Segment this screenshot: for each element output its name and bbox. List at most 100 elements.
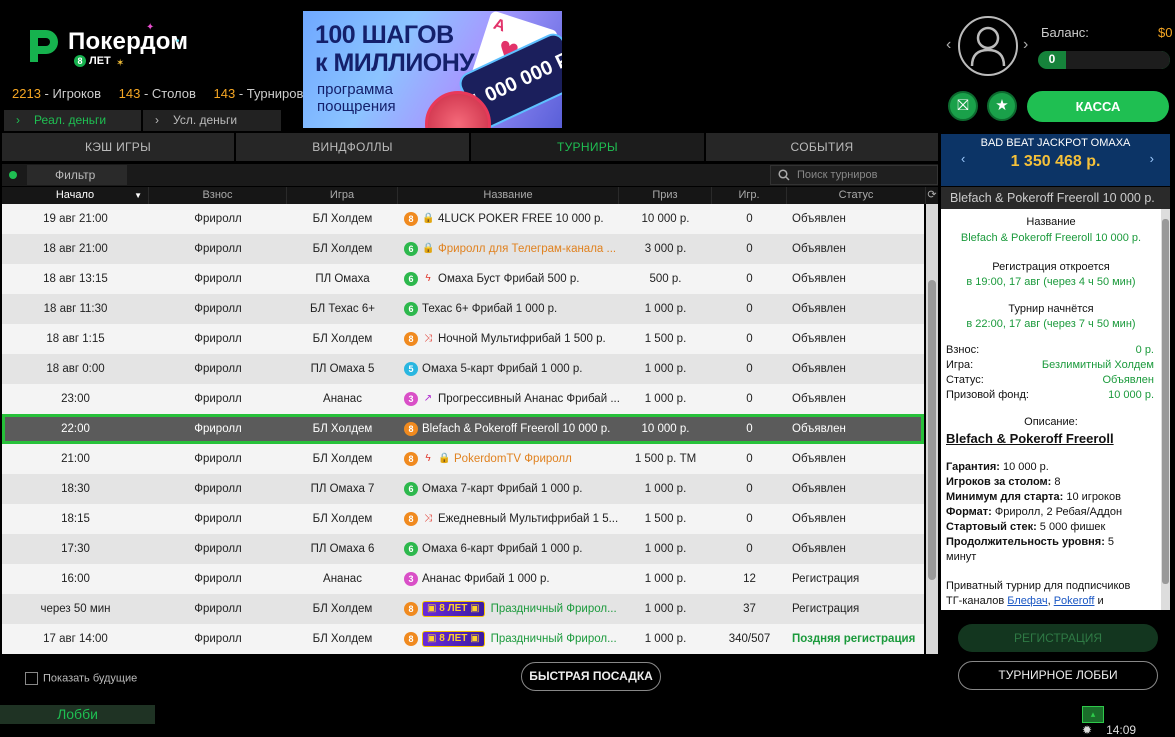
cell-prize: 1 500 р. xyxy=(644,513,687,525)
cell-fee: Фриролл xyxy=(194,273,242,285)
table-row[interactable]: 17:30 Фриролл ПЛ Омаха 6 6 Омаха 6-карт Фриб… xyxy=(2,534,924,564)
tab-play-money[interactable]: › Усл. деньги xyxy=(143,110,281,131)
status-dot-icon xyxy=(9,171,17,179)
cell-fee: Фриролл xyxy=(194,603,242,615)
scroll-thumb[interactable] xyxy=(1162,219,1169,584)
col-fee[interactable]: Взнос xyxy=(149,187,287,204)
table-row[interactable]: 18 авг 21:00 Фриролл БЛ Холдем 6 🔒 Фриролл дл… xyxy=(2,234,924,264)
tournament-name: PokerdomTV Фриролл xyxy=(454,453,572,466)
cell-start: 18:15 xyxy=(61,513,90,525)
cell-prize: 1 000 р. xyxy=(644,393,687,405)
link-pokeroff[interactable]: Pokeroff xyxy=(1054,595,1095,607)
seats-badge: 8 xyxy=(404,631,418,646)
table-row[interactable]: через 50 мин Фриролл БЛ Холдем 8 ▣ 8 ЛЕТ ▣ Пр… xyxy=(2,594,924,624)
cell-fee: Фриролл xyxy=(194,633,242,645)
cell-start: 18:30 xyxy=(61,483,90,495)
cell-status: Регистрация xyxy=(792,603,860,615)
lobby-tab[interactable]: Лобби xyxy=(0,705,155,724)
balance-value: $0 xyxy=(1158,25,1173,40)
table-row[interactable]: 17 авг 14:00 Фриролл БЛ Холдем 8 ▣ 8 ЛЕТ ▣ Пр… xyxy=(2,624,924,654)
cell-name: 6 Омаха 6-карт Фрибай 1 000 р. xyxy=(398,534,619,564)
table-row[interactable]: 18 авг 0:00 Фриролл ПЛ Омаха 5 5 Омаха 5-кар… xyxy=(2,354,924,384)
clock-time: 14:09 xyxy=(1106,723,1137,737)
cell-players: 0 xyxy=(746,423,753,435)
col-start[interactable]: Начало ▼ xyxy=(2,187,149,204)
lock-icon: 🔒 xyxy=(422,243,435,254)
cell-status: Объявлен xyxy=(792,333,846,345)
tournament-name: Ежедневный Мультифрибай 1 5... xyxy=(438,513,619,526)
tab-cash-games[interactable]: КЭШ ИГРЫ xyxy=(2,133,234,161)
cell-start: 22:00 xyxy=(61,423,90,435)
jackpot-banner[interactable]: BAD BEAT JACKPOT ОМАХА ‹ 1 350 468 р. › xyxy=(941,134,1170,186)
table-row[interactable]: 23:00 Фриролл Ананас 3 ↗ Прогрессивный Ананас… xyxy=(2,384,924,414)
tab-events[interactable]: СОБЫТИЯ xyxy=(706,133,938,161)
category-tabs: КЭШ ИГРЫ ВИНДФОЛЛЫ ТУРНИРЫ СОБЫТИЯ xyxy=(2,133,938,161)
table-row[interactable]: 18 авг 13:15 Фриролл ПЛ Омаха 6 ϟ Омаха Буст … xyxy=(2,264,924,294)
refresh-icon[interactable]: ⟳ xyxy=(926,188,938,204)
col-game[interactable]: Игра xyxy=(287,187,398,204)
rewards-button[interactable]: ★ xyxy=(987,91,1017,121)
cell-start: 18 авг 13:15 xyxy=(43,273,108,285)
gift-button[interactable]: ⛝ xyxy=(948,91,978,121)
tournament-lobby-button[interactable]: ТУРНИРНОЕ ЛОББИ xyxy=(958,661,1158,690)
tournament-name: Прогрессивный Ананас Фрибай ... xyxy=(438,393,619,406)
details-scrollbar[interactable] xyxy=(1161,209,1170,610)
tournament-name: Blefach & Pokeroff Freeroll 10 000 р. xyxy=(422,423,611,435)
cell-name: 8 ⤨ Ночной Мультифрибай 1 500 р. xyxy=(398,324,619,354)
desc-line: Стартовый стек: 5 000 фишек xyxy=(946,521,1106,533)
quick-seat-button[interactable]: БЫСТРАЯ ПОСАДКА xyxy=(521,662,661,691)
col-prize[interactable]: Приз xyxy=(619,187,712,204)
cell-prize: 3 000 р. xyxy=(644,243,687,255)
cell-name: 3 Ананас Фрибай 1 000 р. xyxy=(398,564,619,594)
cell-name: 6 Омаха 7-карт Фрибай 1 000 р. xyxy=(398,474,619,504)
table-row[interactable]: 21:00 Фриролл БЛ Холдем 8 ϟ 🔒 PokerdomTV Фриро… xyxy=(2,444,924,474)
table-row[interactable]: 16:00 Фриролл Ананас 3 Ананас Фрибай 1 000 р… xyxy=(2,564,924,594)
table-row[interactable]: 18 авг 11:30 Фриролл БЛ Техас 6+ 6 Техас 6+ … xyxy=(2,294,924,324)
star-icon: ★ xyxy=(995,97,1009,114)
promo-banner[interactable]: A ♥ 1 000 000 Р 100 ШАГОВк МИЛЛИОНУ прог… xyxy=(303,11,562,128)
table-scrollbar[interactable] xyxy=(926,204,938,654)
chevron-right-icon[interactable]: › xyxy=(1023,36,1028,54)
cell-game: БЛ Холдем xyxy=(312,453,373,465)
table-row[interactable]: 18:15 Фриролл БЛ Холдем 8 ⤨ Ежедневный Мульти… xyxy=(2,504,924,534)
desc-line: Минимум для старта: 10 игроков xyxy=(946,491,1121,503)
pokerdom-logo[interactable]: Покердом 8 ЛЕТ ✦ • ✶ xyxy=(26,22,201,74)
cell-prize: 500 р. xyxy=(649,273,682,285)
tab-real-money[interactable]: › Реал. деньги xyxy=(4,110,141,131)
search-input[interactable]: Поиск турниров xyxy=(770,165,938,185)
cell-players: 0 xyxy=(746,243,753,255)
tab-windfalls[interactable]: ВИНДФОЛЛЫ xyxy=(236,133,469,161)
cell-start: 18 авг 21:00 xyxy=(43,243,108,255)
cell-name: 8 ▣ 8 ЛЕТ ▣ Праздничный Фрирол... xyxy=(398,624,619,654)
link-blefach[interactable]: Блефач xyxy=(1007,595,1047,607)
table-row[interactable]: 19 авг 21:00 Фриролл БЛ Холдем 8 🔒 4LUCK POKE… xyxy=(2,204,924,234)
chevron-left-icon[interactable]: ‹ xyxy=(946,36,951,54)
table-row[interactable]: 18 авг 1:15 Фриролл БЛ Холдем 8 ⤨ Ночной Муль… xyxy=(2,324,924,354)
settings-icon[interactable]: ✹ xyxy=(1082,723,1092,737)
scroll-thumb[interactable] xyxy=(928,280,936,580)
cell-prize: 1 000 р. xyxy=(644,573,687,585)
tab-tournaments[interactable]: ТУРНИРЫ xyxy=(471,133,704,161)
show-future-checkbox[interactable]: Показать будущие xyxy=(25,672,137,685)
col-name[interactable]: Название xyxy=(398,187,619,204)
register-button[interactable]: РЕГИСТРАЦИЯ xyxy=(958,624,1158,652)
table-row[interactable]: 18:30 Фриролл ПЛ Омаха 7 6 Омаха 7-карт Фриб… xyxy=(2,474,924,504)
cell-players: 0 xyxy=(746,543,753,555)
cell-name: 6 Техас 6+ Фрибай 1 000 р. xyxy=(398,294,619,324)
tournament-name: Праздничный Фрирол... xyxy=(490,633,617,645)
gift-icon: ⛝ xyxy=(957,97,969,114)
filter-button[interactable]: Фильтр xyxy=(27,165,127,185)
chevron-right-icon[interactable]: › xyxy=(1150,151,1154,166)
cell-fee: Фриролл xyxy=(194,333,242,345)
col-status[interactable]: Статус xyxy=(787,187,926,204)
col-players[interactable]: Игр. xyxy=(712,187,787,204)
avatar[interactable] xyxy=(958,16,1018,76)
seats-badge: 8 xyxy=(404,512,418,526)
checkbox-icon xyxy=(25,672,38,685)
cashier-button[interactable]: КАССА xyxy=(1027,91,1169,122)
logo-badge: 8 xyxy=(74,55,86,67)
status-area: ▴✹ 14:09 xyxy=(1082,706,1175,737)
table-row-selected[interactable]: 22:00 Фриролл БЛ Холдем 8 Blefach & Pokeroff… xyxy=(2,414,924,444)
tournament-details: Название Blefach & Pokeroff Freeroll 10 … xyxy=(941,209,1161,610)
confetti-icon: ✶ xyxy=(116,58,125,69)
